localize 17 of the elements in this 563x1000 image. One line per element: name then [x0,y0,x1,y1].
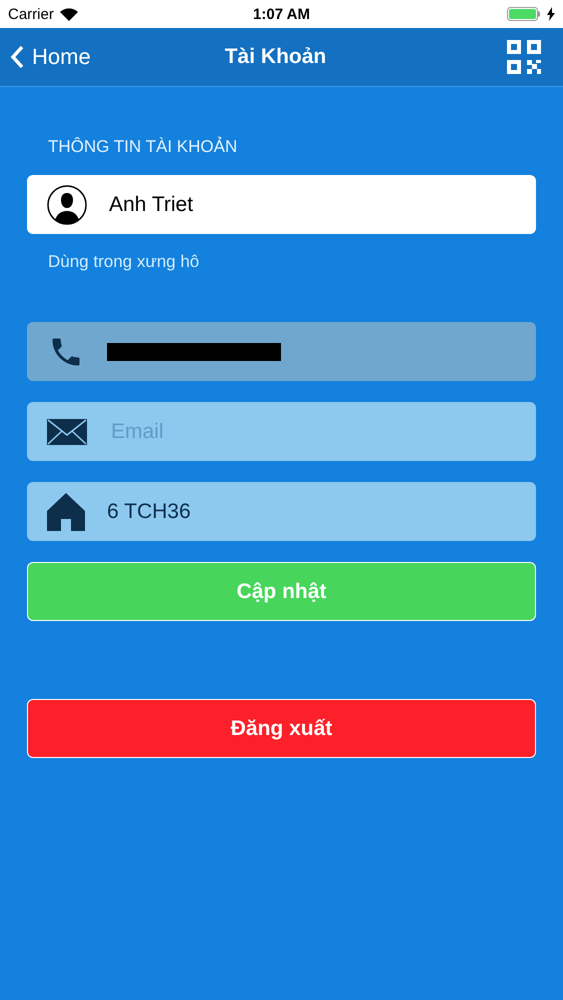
status-time: 1:07 AM [253,6,310,22]
charging-icon [547,7,555,21]
name-hint: Dùng trong xưng hô [48,252,200,272]
back-button[interactable]: Home [10,44,150,70]
home-icon [47,492,85,530]
wifi-icon [60,8,78,20]
name-field[interactable]: Anh Triet [27,175,536,234]
address-field[interactable]: 6 TCH36 [27,482,536,541]
person-avatar-icon [47,184,87,224]
page-title: Tài Khoản [224,45,326,69]
carrier-label: Carrier [8,6,54,22]
battery-icon [507,7,541,21]
qr-code-icon[interactable] [506,40,541,74]
section-label: THÔNG TIN TÀI KHOẢN [48,137,238,157]
mail-icon [47,418,87,444]
logout-button[interactable]: Đăng xuất [27,699,536,758]
chevron-left-icon [10,45,24,69]
